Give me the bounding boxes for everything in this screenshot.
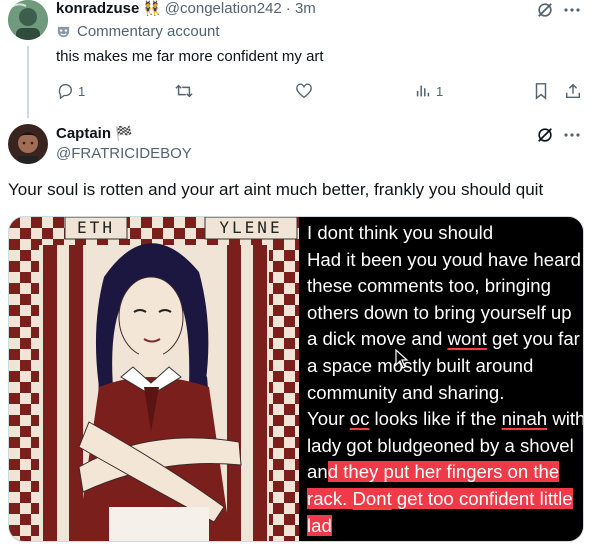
avatar-image bbox=[8, 0, 48, 40]
repost-button[interactable] bbox=[174, 82, 194, 100]
image-text-segment: ninah bbox=[501, 408, 548, 430]
tweet-text: this makes me far more confident my art bbox=[56, 48, 324, 65]
more-icon[interactable] bbox=[563, 128, 581, 142]
user-handle[interactable]: @FRATRICIDEBOY bbox=[56, 145, 192, 162]
image-text-segment: Had it been you youd have heard bbox=[307, 248, 581, 270]
image-text-line: others down to bring yourself up bbox=[307, 300, 572, 327]
like-icon bbox=[295, 82, 313, 100]
image-text-line: rack. Dont get too confident little bbox=[307, 486, 573, 513]
flag-emoji: 🏁 bbox=[115, 125, 133, 141]
tweet-text: Your soul is rotten and your art aint mu… bbox=[8, 180, 544, 199]
bookmark-icon bbox=[535, 83, 547, 100]
image-text-segment: lad bbox=[307, 514, 332, 536]
image-text-line: a dick move and wont get you far bbox=[307, 326, 580, 353]
image-text-line: these comments too, bringing bbox=[307, 273, 551, 300]
artwork-image: ETH YLENE bbox=[9, 217, 299, 541]
image-text-segment: a dick move and bbox=[307, 328, 448, 350]
art-title-left: ETH bbox=[77, 218, 115, 237]
image-text-segment: lady got bludgeoned by a shovel bbox=[307, 434, 574, 456]
image-text-segment: oc bbox=[349, 408, 370, 430]
image-text-panel: I dont think you should Had it been you y… bbox=[300, 217, 583, 541]
image-text-segment: wont bbox=[447, 328, 487, 350]
image-text-segment: get too confident little bbox=[391, 488, 573, 509]
image-text-line: lady got bludgeoned by a shovel bbox=[307, 433, 574, 460]
share-icon bbox=[565, 83, 581, 99]
reply-button[interactable]: 1 bbox=[56, 82, 85, 100]
grok-icon[interactable] bbox=[536, 1, 554, 19]
image-text-segment: I dont think you should bbox=[307, 222, 494, 243]
badge-emoji: 👯 bbox=[143, 0, 161, 16]
display-name[interactable]: Captain bbox=[56, 125, 111, 142]
more-icon[interactable] bbox=[563, 3, 581, 17]
timestamp[interactable]: · 3m bbox=[286, 0, 316, 17]
image-text-line: lad bbox=[307, 513, 332, 540]
image-text-segment: looks like if the bbox=[369, 408, 502, 430]
cursor-icon bbox=[395, 349, 409, 369]
image-text-segment: with bbox=[547, 408, 583, 430]
reply-icon bbox=[56, 82, 74, 100]
thread-line bbox=[27, 46, 29, 118]
image-text-line: a space mostly built around bbox=[307, 353, 533, 380]
image-text-segment: others down to bring yourself up bbox=[307, 301, 572, 323]
avatar[interactable] bbox=[8, 0, 48, 40]
like-button[interactable] bbox=[295, 82, 313, 100]
image-text-segment: these comments too, bringing bbox=[307, 275, 551, 297]
views-button[interactable]: 1 bbox=[414, 82, 443, 100]
image-text-segment: an bbox=[307, 461, 328, 483]
grok-icon[interactable] bbox=[536, 126, 554, 144]
image-text-segment: community and sharing. bbox=[307, 381, 505, 403]
image-text-line: community and sharing. bbox=[307, 380, 504, 407]
image-text-line: Had it been you youd have heard bbox=[307, 247, 581, 274]
share-button[interactable] bbox=[564, 82, 582, 100]
tweet-media[interactable]: ETH YLENE I dont think you should Had it … bbox=[8, 216, 584, 542]
reply-count: 1 bbox=[78, 83, 86, 99]
image-text-segment: Your bbox=[307, 408, 350, 430]
image-text-segment: get you far bbox=[486, 328, 580, 350]
image-text-line: I dont think you should bbox=[307, 220, 493, 247]
avatar[interactable] bbox=[8, 124, 48, 164]
image-text-segment: a space mostly built around bbox=[307, 355, 534, 376]
account-type-label[interactable]: Commentary account bbox=[77, 23, 220, 40]
image-text-line: Your oc looks like if the ninah with bbox=[307, 406, 583, 433]
display-name[interactable]: konradzuse bbox=[56, 0, 139, 17]
image-text-segment: d they put her fingers on the bbox=[327, 461, 560, 483]
views-count: 1 bbox=[436, 83, 444, 99]
avatar-image bbox=[8, 124, 48, 164]
image-text-line: and they put her fingers on the bbox=[307, 459, 560, 486]
views-icon bbox=[414, 82, 432, 100]
image-text-segment: rack. bbox=[307, 488, 353, 509]
art-title-right: YLENE bbox=[219, 218, 283, 237]
user-handle[interactable]: @congelation242 bbox=[165, 0, 282, 17]
bookmark-button[interactable] bbox=[533, 82, 549, 100]
repost-icon bbox=[174, 82, 194, 100]
image-text-segment: Dont bbox=[352, 488, 392, 509]
commentary-mask-icon bbox=[56, 24, 71, 39]
